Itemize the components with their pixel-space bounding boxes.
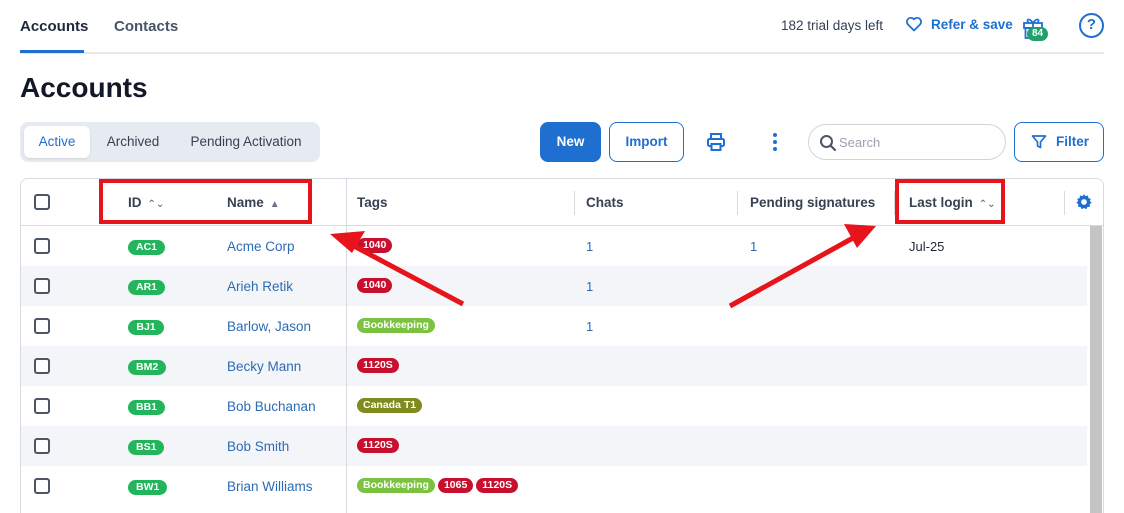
account-id-badge: BJ1: [128, 320, 164, 335]
status-tabs: Active Archived Pending Activation: [20, 122, 320, 162]
row-checkbox[interactable]: [34, 438, 50, 454]
tag-list: 1040: [357, 238, 393, 253]
sort-ascending-icon: ▲: [269, 199, 280, 210]
tag-badge[interactable]: 1065: [437, 478, 474, 493]
row-checkbox[interactable]: [34, 398, 50, 414]
account-name-link[interactable]: Bob Buchanan: [227, 399, 316, 414]
tag-list: Bookkeeping 1065 1120S: [357, 478, 519, 493]
tag-list: 1120S: [357, 438, 399, 453]
tag-badge[interactable]: 1040: [357, 278, 393, 293]
trial-days-text: 182 trial days left: [781, 18, 884, 33]
account-id-badge: AR1: [128, 280, 166, 295]
table-header: ID ⌃⌄ Name ▲ Tags Chats Pending signatures…: [21, 179, 1103, 226]
filter-label: Filter: [1056, 134, 1090, 149]
table-row[interactable]: BW1 Brian Williams Bookkeeping 1065 1120S: [21, 466, 1087, 506]
column-id-label: ID: [128, 195, 142, 210]
column-name-label: Name: [227, 195, 264, 210]
tag-list: 1040: [357, 278, 393, 293]
sort-icon: ⌃⌄: [978, 199, 996, 210]
table-row[interactable]: AC1 Acme Corp 1040 1 1 Jul-25: [21, 226, 1087, 266]
search-icon: [820, 135, 837, 152]
column-header-tags: Tags: [357, 195, 388, 210]
tag-badge[interactable]: 1040: [357, 238, 393, 253]
refer-label: Refer & save: [931, 16, 1013, 32]
help-icon[interactable]: ?: [1079, 13, 1104, 38]
column-divider: [1064, 191, 1065, 215]
account-name-link[interactable]: Becky Mann: [227, 359, 301, 374]
column-divider: [894, 191, 895, 215]
chats-count-link[interactable]: 1: [586, 279, 593, 294]
tag-list: Bookkeeping: [357, 318, 435, 333]
account-id-badge: BB1: [128, 400, 166, 415]
account-name-link[interactable]: Arieh Retik: [227, 279, 293, 294]
new-button[interactable]: New: [540, 122, 601, 162]
tab-accounts[interactable]: Accounts: [20, 18, 88, 35]
chats-count-link[interactable]: 1: [586, 319, 593, 334]
tag-badge[interactable]: 1120S: [476, 478, 519, 493]
tag-badge[interactable]: 1120S: [357, 438, 399, 453]
scrollbar-thumb[interactable]: [1090, 226, 1102, 513]
column-header-id[interactable]: ID ⌃⌄: [128, 195, 164, 210]
row-checkbox[interactable]: [34, 478, 50, 494]
column-divider: [574, 191, 575, 215]
column-header-pending-signatures: Pending signatures: [750, 195, 876, 210]
search-input[interactable]: [839, 133, 999, 151]
column-header-last-login[interactable]: Last login ⌃⌄: [909, 195, 996, 210]
account-id-badge: BW1: [128, 480, 168, 495]
table-row[interactable]: BJ1 Barlow, Jason Bookkeeping 1: [21, 306, 1087, 346]
row-checkbox[interactable]: [34, 358, 50, 374]
table-row[interactable]: BS1 Bob Smith 1120S: [21, 426, 1087, 466]
tag-list: Canada T1: [357, 398, 423, 413]
row-checkbox[interactable]: [34, 278, 50, 294]
tab-pending-activation[interactable]: Pending Activation: [180, 126, 312, 158]
sort-icon: ⌃⌄: [147, 199, 165, 210]
account-name-link[interactable]: Brian Williams: [227, 479, 313, 494]
tag-badge[interactable]: 1120S: [357, 358, 399, 373]
pending-signatures-link[interactable]: 1: [750, 239, 757, 254]
account-id-badge: BS1: [128, 440, 165, 455]
account-name-link[interactable]: Barlow, Jason: [227, 319, 311, 334]
tab-archived[interactable]: Archived: [96, 126, 170, 158]
table-row[interactable]: BB1 Bob Buchanan Canada T1: [21, 386, 1087, 426]
more-options-icon[interactable]: [765, 132, 785, 152]
tag-badge[interactable]: Bookkeeping: [357, 478, 435, 493]
column-divider: [737, 191, 738, 215]
account-id-badge: BM2: [128, 360, 167, 375]
active-tab-indicator: [20, 50, 84, 53]
tag-badge[interactable]: Canada T1: [357, 398, 423, 413]
page-title: Accounts: [20, 72, 148, 103]
chats-count-link[interactable]: 1: [586, 239, 593, 254]
account-id-badge: AC1: [128, 240, 166, 255]
last-login-value: Jul-25: [909, 239, 945, 254]
table-row[interactable]: AR1 Arieh Retik 1040 1: [21, 266, 1087, 306]
accounts-table: AC1 Acme Corp 1040 1 1 Jul-25 AR1 Arieh Retik 10…: [20, 178, 1104, 513]
row-checkbox[interactable]: [34, 318, 50, 334]
tab-contacts[interactable]: Contacts: [114, 18, 178, 35]
import-button[interactable]: Import: [609, 122, 684, 162]
heart-icon: [906, 16, 922, 32]
gear-icon[interactable]: [1075, 193, 1093, 211]
row-checkbox[interactable]: [34, 238, 50, 254]
filter-button[interactable]: Filter: [1014, 122, 1104, 162]
print-icon[interactable]: [706, 132, 726, 152]
tab-active[interactable]: Active: [24, 126, 90, 158]
account-name-link[interactable]: Bob Smith: [227, 439, 289, 454]
gift-count-badge: 84: [1027, 27, 1048, 41]
account-name-link[interactable]: Acme Corp: [227, 239, 295, 254]
select-all-checkbox[interactable]: [34, 194, 50, 210]
frozen-column-divider: [346, 179, 347, 513]
column-header-name[interactable]: Name ▲: [227, 195, 280, 210]
column-header-chats: Chats: [586, 195, 624, 210]
filter-icon: [1031, 135, 1047, 149]
column-last-login-label: Last login: [909, 195, 973, 210]
tag-badge[interactable]: Bookkeeping: [357, 318, 435, 333]
search-box[interactable]: [808, 124, 1006, 160]
tag-list: 1120S: [357, 358, 399, 373]
table-row[interactable]: BM2 Becky Mann 1120S: [21, 346, 1087, 386]
refer-and-save-link[interactable]: Refer & save: [905, 16, 1013, 32]
